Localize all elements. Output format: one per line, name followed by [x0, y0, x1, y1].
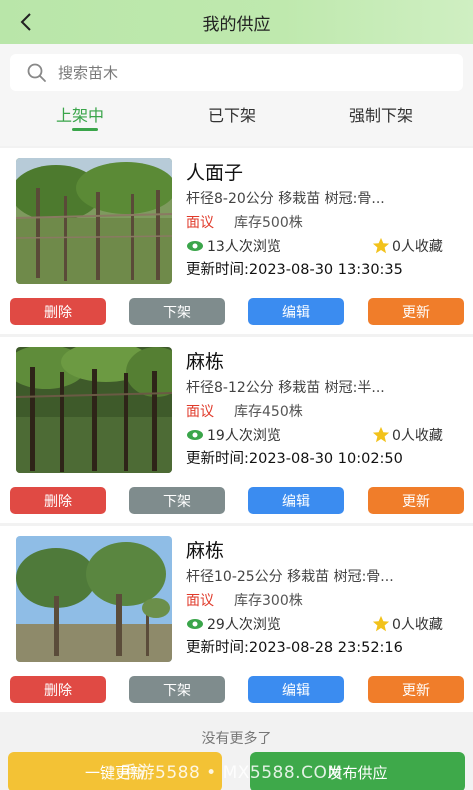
product-price: 面议	[186, 215, 214, 231]
delete-button[interactable]: 删除	[10, 676, 106, 703]
status-tabs: 上架中 已下架 强制下架	[0, 96, 473, 146]
delete-button[interactable]: 删除	[10, 298, 106, 325]
watermark-text: 手游5588 • MX5588.COM	[120, 763, 343, 783]
view-count: 13人次浏览	[186, 236, 281, 256]
search-icon	[27, 63, 46, 82]
view-count-text: 19人次浏览	[207, 428, 281, 444]
favorite-count: 0人收藏	[372, 236, 443, 256]
product-spec: 杆径8-20公分 移栽苗 树冠:骨...	[186, 191, 385, 207]
tab-unlisted[interactable]: 已下架	[208, 102, 256, 126]
product-spec: 杆径10-25公分 移栽苗 树冠:骨...	[186, 569, 394, 585]
no-more-text: 没有更多了	[201, 731, 272, 747]
updated-time: 更新时间:2023-08-30 13:30:35	[186, 262, 403, 278]
back-button[interactable]	[12, 8, 40, 36]
list-item: 麻栋 杆径10-25公分 移栽苗 树冠:骨... 面议 库存300株 29人次浏…	[0, 526, 473, 712]
favorite-count: 0人收藏	[372, 425, 443, 445]
search-input[interactable]: 搜索苗木	[10, 54, 463, 91]
eye-icon	[187, 430, 203, 440]
favorite-count-text: 0人收藏	[392, 428, 443, 444]
unlist-button[interactable]: 下架	[129, 298, 225, 325]
favorite-count-text: 0人收藏	[392, 239, 443, 255]
product-stock: 库存300株	[234, 593, 303, 609]
product-image[interactable]	[16, 158, 172, 284]
search-placeholder: 搜索苗木	[58, 64, 119, 82]
edit-button[interactable]: 编辑	[248, 298, 344, 325]
app-header: 我的供应	[0, 0, 473, 44]
active-tab-indicator	[72, 128, 98, 131]
update-button[interactable]: 更新	[368, 676, 464, 703]
view-count: 29人次浏览	[186, 614, 281, 634]
edit-button[interactable]: 编辑	[248, 487, 344, 514]
eye-icon	[187, 241, 203, 251]
star-icon	[372, 615, 390, 632]
delete-button[interactable]: 删除	[10, 487, 106, 514]
star-icon	[372, 237, 390, 254]
product-price: 面议	[186, 404, 214, 420]
product-name: 麻栋	[186, 351, 225, 373]
update-button[interactable]: 更新	[368, 487, 464, 514]
product-name: 人面子	[186, 162, 244, 184]
tab-listed[interactable]: 上架中	[56, 102, 104, 126]
eye-icon	[187, 619, 203, 629]
chevron-left-icon	[20, 13, 31, 31]
unlist-button[interactable]: 下架	[129, 676, 225, 703]
update-button[interactable]: 更新	[368, 298, 464, 325]
updated-time: 更新时间:2023-08-28 23:52:16	[186, 640, 403, 656]
product-image[interactable]	[16, 536, 172, 662]
product-image[interactable]	[16, 347, 172, 473]
list-item: 人面子 杆径8-20公分 移栽苗 树冠:骨... 面议 库存500株 13人次浏…	[0, 148, 473, 334]
list-item: 麻栋 杆径8-12公分 移栽苗 树冠:半... 面议 库存450株 19人次浏览…	[0, 337, 473, 523]
view-count: 19人次浏览	[186, 425, 281, 445]
edit-button[interactable]: 编辑	[248, 676, 344, 703]
product-spec: 杆径8-12公分 移栽苗 树冠:半...	[186, 380, 385, 396]
product-stock: 库存450株	[234, 404, 303, 420]
updated-time: 更新时间:2023-08-30 10:02:50	[186, 451, 403, 467]
star-icon	[372, 426, 390, 443]
unlist-button[interactable]: 下架	[129, 487, 225, 514]
favorite-count-text: 0人收藏	[392, 617, 443, 633]
product-name: 麻栋	[186, 540, 225, 562]
favorite-count: 0人收藏	[372, 614, 443, 634]
tab-forced-unlisted[interactable]: 强制下架	[349, 102, 413, 126]
page-title: 我的供应	[202, 14, 271, 35]
product-stock: 库存500株	[234, 215, 303, 231]
view-count-text: 29人次浏览	[207, 617, 281, 633]
search-area: 搜索苗木	[0, 44, 473, 104]
view-count-text: 13人次浏览	[207, 239, 281, 255]
product-price: 面议	[186, 593, 214, 609]
